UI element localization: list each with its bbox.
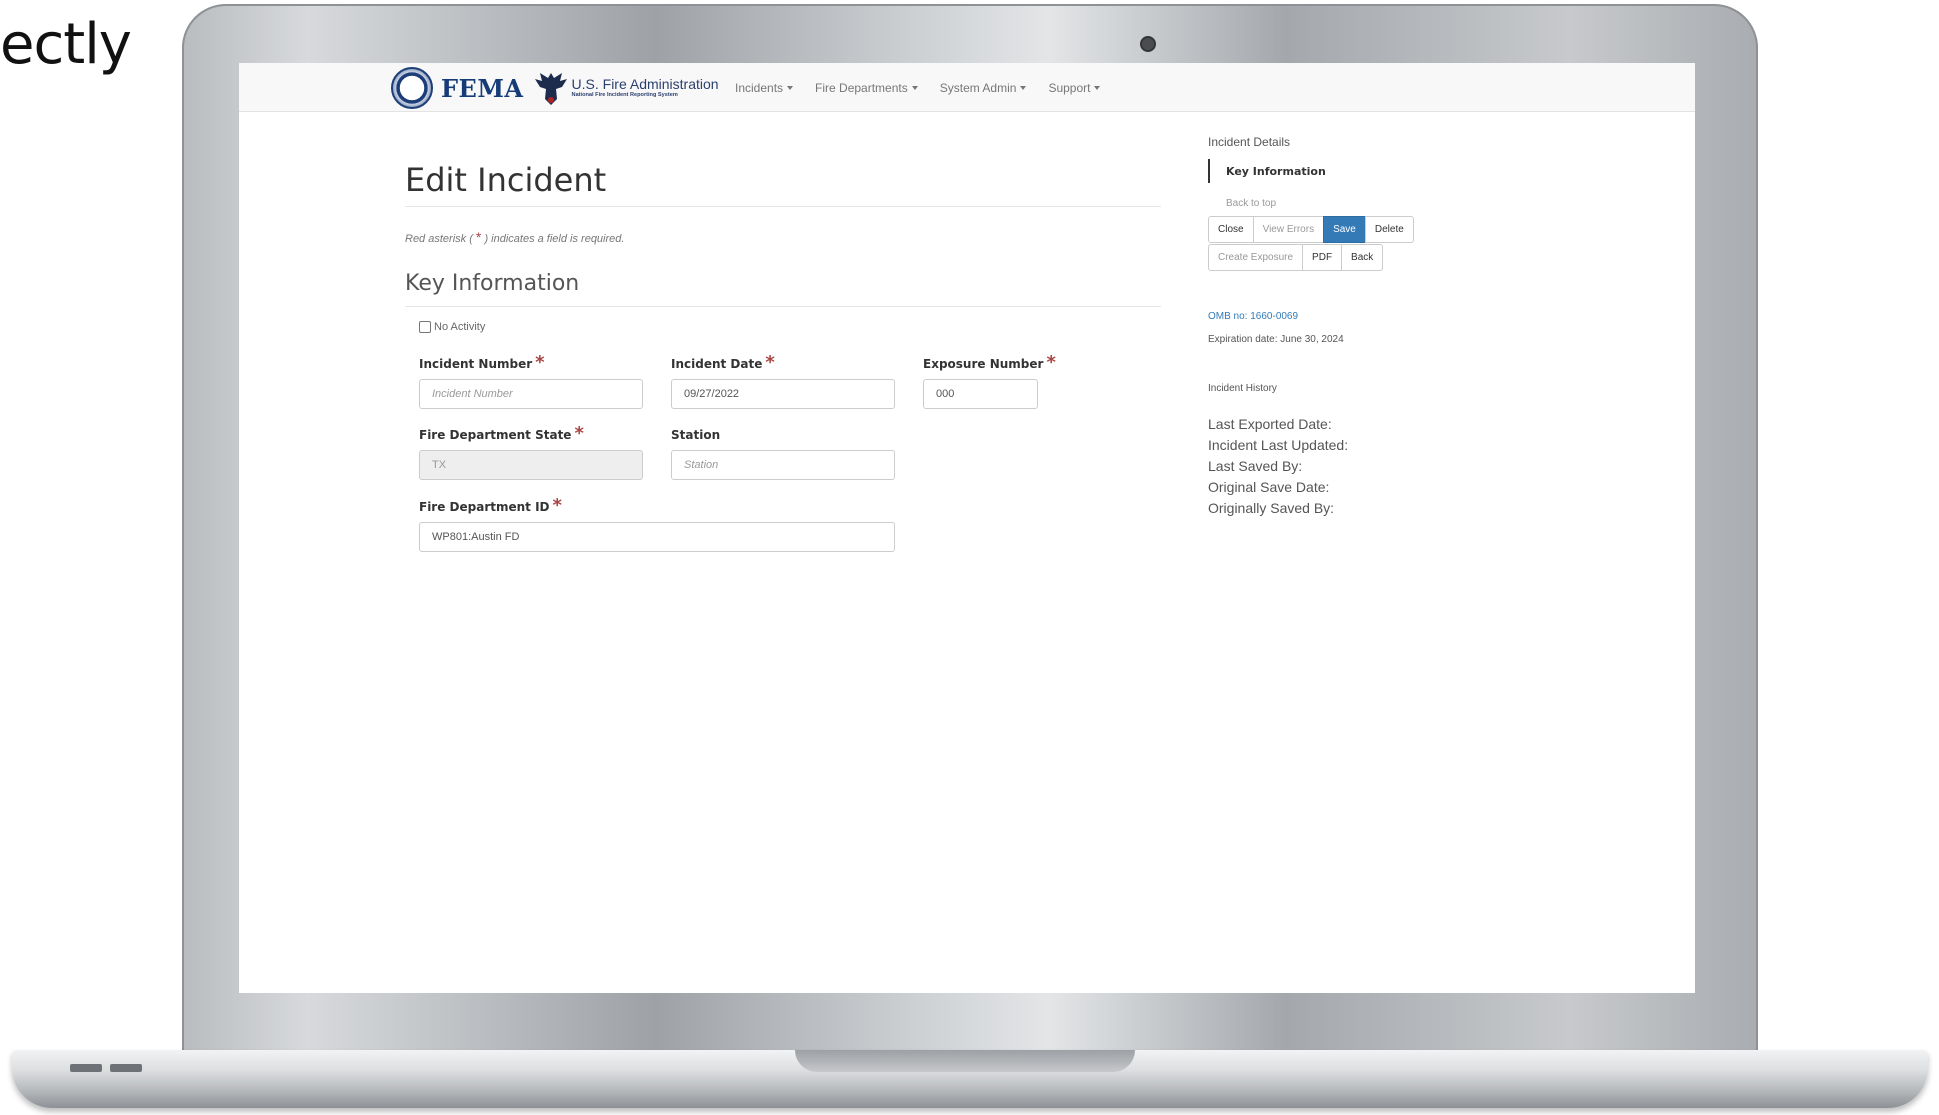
exposure-number-field: Exposure Number * 000 xyxy=(923,352,1056,409)
required-note: Red asterisk ( * ) indicates a field is … xyxy=(405,229,625,245)
fd-state-input[interactable]: TX xyxy=(419,450,643,480)
brand-logos[interactable]: FEMA U.S. Fire Administration National F… xyxy=(391,67,719,109)
title-divider xyxy=(405,206,1161,207)
close-button[interactable]: Close xyxy=(1208,216,1254,243)
nav-fire-departments-dropdown[interactable]: Fire Departments xyxy=(815,81,918,95)
usfa-wordmark: U.S. Fire Administration National Fire I… xyxy=(572,77,719,99)
history-last-exported: Last Exported Date: xyxy=(1208,416,1332,432)
fd-id-input[interactable]: WP801:Austin FD xyxy=(419,522,895,552)
nav-system-admin-dropdown[interactable]: System Admin xyxy=(940,81,1027,95)
history-last-saved-by: Last Saved By: xyxy=(1208,458,1303,474)
action-buttons-row1: Close View Errors Save Delete xyxy=(1208,216,1414,243)
sidebar-link-key-information[interactable]: Key Information xyxy=(1208,159,1326,183)
dhs-seal-icon xyxy=(391,67,433,109)
fd-state-label: Fire Department State * xyxy=(419,423,584,444)
no-activity-label: No Activity xyxy=(434,321,486,333)
caret-down-icon xyxy=(1020,85,1027,90)
sidebar-title: Incident Details xyxy=(1208,135,1291,149)
view-errors-button[interactable]: View Errors xyxy=(1252,216,1325,243)
delete-button[interactable]: Delete xyxy=(1364,216,1414,243)
incident-number-input[interactable]: Incident Number xyxy=(419,379,643,409)
incident-number-label: Incident Number * xyxy=(419,352,545,373)
fd-id-field: Fire Department ID * WP801:Austin FD xyxy=(419,495,895,552)
station-field: Station Station xyxy=(671,428,895,480)
slide: ectly FEMA U.S. Fire Administration Nati… xyxy=(0,0,1939,1115)
fd-id-label: Fire Department ID * xyxy=(419,495,562,516)
caret-down-icon xyxy=(1094,85,1101,90)
camera-icon xyxy=(1140,36,1156,52)
section-divider xyxy=(405,306,1161,307)
usfa-title: U.S. Fire Administration xyxy=(571,76,719,93)
no-activity-checkbox[interactable] xyxy=(419,321,431,333)
usfa-eagle-icon xyxy=(534,69,568,107)
incident-date-label: Incident Date * xyxy=(671,352,775,373)
create-exposure-button[interactable]: Create Exposure xyxy=(1208,244,1304,271)
save-button[interactable]: Save xyxy=(1323,216,1366,243)
nav-incidents-dropdown[interactable]: Incidents xyxy=(735,81,794,95)
no-activity-checkbox-row[interactable]: No Activity xyxy=(419,321,485,333)
usfa-subtitle: National Fire Incident Reporting System xyxy=(571,92,678,99)
back-to-top-link[interactable]: Back to top xyxy=(1208,198,1276,209)
pdf-button[interactable]: PDF xyxy=(1302,244,1343,271)
incident-history-title: Incident History xyxy=(1208,383,1277,394)
section-heading-key-information: Key Information xyxy=(405,271,580,296)
app-screen: FEMA U.S. Fire Administration National F… xyxy=(239,63,1695,993)
incident-number-field: Incident Number * Incident Number xyxy=(419,352,643,409)
station-label: Station xyxy=(671,428,721,442)
expiration-date: Expiration date: June 30, 2024 xyxy=(1208,334,1344,345)
exposure-number-label: Exposure Number * xyxy=(923,352,1056,373)
incident-date-input[interactable]: 09/27/2022 xyxy=(671,379,895,409)
caret-down-icon xyxy=(787,85,794,90)
action-buttons-row2: Create Exposure PDF Back xyxy=(1208,244,1384,271)
caret-down-icon xyxy=(911,85,918,90)
slide-partial-text: ectly xyxy=(0,12,132,77)
exposure-number-input[interactable]: 000 xyxy=(923,379,1038,409)
laptop-notch xyxy=(795,1050,1135,1072)
nav-menu: Incidents Fire Departments System Admin … xyxy=(735,63,1101,112)
back-button[interactable]: Back xyxy=(1341,244,1384,271)
incident-history-list: Last Exported Date: Incident Last Update… xyxy=(1208,414,1348,519)
incident-date-field: Incident Date * 09/27/2022 xyxy=(671,352,895,409)
history-last-updated: Incident Last Updated: xyxy=(1208,437,1349,453)
station-input[interactable]: Station xyxy=(671,450,895,480)
page-title: Edit Incident xyxy=(405,161,607,199)
nav-support-dropdown[interactable]: Support xyxy=(1048,81,1101,95)
history-original-save-date: Original Save Date: xyxy=(1208,479,1330,495)
top-navbar: FEMA U.S. Fire Administration National F… xyxy=(239,63,1695,112)
omb-number-link[interactable]: OMB no: 1660-0069 xyxy=(1208,311,1298,322)
fema-logo: FEMA xyxy=(441,73,524,103)
laptop-ports xyxy=(70,1064,142,1072)
history-originally-saved-by: Originally Saved By: xyxy=(1208,500,1335,516)
fd-state-field: Fire Department State * TX xyxy=(419,423,643,480)
